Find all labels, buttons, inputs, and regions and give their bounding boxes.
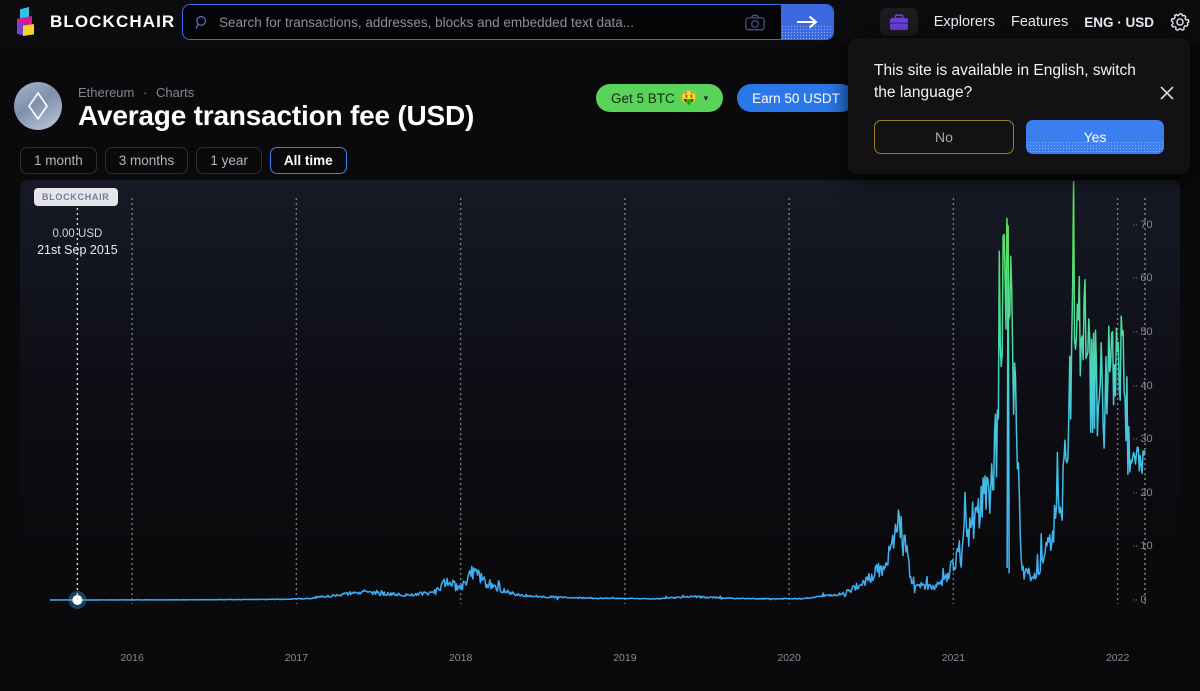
blockchair-logo-icon (14, 7, 40, 37)
y-axis-tick: ·· 10 (1132, 540, 1153, 553)
range-tab-1-month[interactable]: 1 month (20, 147, 97, 174)
breadcrumb-chain[interactable]: Ethereum (78, 85, 134, 100)
get-btc-button[interactable]: Get 5 BTC 🤑 ▾ (596, 84, 724, 112)
search-bar[interactable] (182, 4, 834, 40)
language-popup-message: This site is available in English, switc… (874, 62, 1136, 101)
language-popup-buttons: No Yes (874, 120, 1164, 154)
search-field-wrapper[interactable] (183, 5, 781, 39)
language-yes-button[interactable]: Yes (1026, 120, 1164, 154)
gear-icon[interactable] (1170, 12, 1190, 32)
x-axis-tick: 2021 (941, 652, 966, 664)
y-axis-tick: ·· 30 (1132, 433, 1153, 446)
x-axis-tick: 2017 (284, 652, 309, 664)
y-axis-tick: ·· 0 (1132, 594, 1147, 606)
y-axis-tick: ·· 50 (1132, 326, 1153, 338)
search-input[interactable] (219, 14, 736, 30)
tooltip-value: 0.00 USD (52, 228, 103, 240)
arrow-right-icon (797, 15, 818, 29)
nav-features[interactable]: Features (1011, 14, 1068, 30)
portfolio-button[interactable] (879, 8, 918, 36)
language-switch-popup: This site is available in English, switc… (848, 38, 1190, 174)
chart-tooltip: 0.00 USD 21st Sep 2015 (22, 228, 132, 257)
brand-logo-link[interactable]: BLOCKCHAIR (14, 7, 175, 37)
x-axis-tick: 2020 (777, 652, 801, 664)
range-tab-all-time[interactable]: All time (269, 147, 347, 174)
y-axis-tick: ·· 40 (1132, 379, 1153, 392)
tooltip-date: 21st Sep 2015 (37, 243, 118, 257)
search-submit-button[interactable] (781, 5, 833, 39)
chart-watermark: BLOCKCHAIR (34, 188, 118, 206)
get-btc-label: Get 5 BTC (611, 90, 675, 106)
ethereum-icon (14, 82, 62, 130)
x-axis-tick: 2018 (448, 652, 473, 664)
x-axis-tick: 2022 (1105, 652, 1130, 664)
x-axis-tick: 2019 (613, 652, 637, 664)
brand-name: BLOCKCHAIR (50, 12, 176, 31)
chevron-down-icon: ▾ (703, 92, 709, 103)
breadcrumb-separator: · (143, 85, 148, 100)
earn-usdt-button[interactable]: Earn 50 USDT (737, 84, 855, 112)
language-no-button[interactable]: No (874, 120, 1014, 154)
money-face-emoji-icon: 🤑 (680, 90, 698, 105)
locale-selector[interactable]: ENG · USD (1084, 15, 1154, 30)
average-transaction-fee-chart[interactable] (20, 180, 1180, 674)
y-axis-tick: ·· 60 (1132, 272, 1153, 285)
ethereum-diamond-glyph (28, 91, 48, 121)
breadcrumb-section[interactable]: Charts (156, 85, 194, 100)
y-axis-tick: ·· 20 (1132, 486, 1153, 499)
breadcrumb: Ethereum · Charts (78, 85, 194, 100)
nav-explorers[interactable]: Explorers (934, 14, 995, 30)
x-axis-tick: 2016 (120, 652, 144, 664)
range-tab-1-year[interactable]: 1 year (196, 147, 262, 174)
promo-buttons: Get 5 BTC 🤑 ▾ Earn 50 USDT (596, 84, 855, 112)
search-icon (195, 15, 207, 29)
close-icon[interactable] (1160, 86, 1174, 100)
y-axis-tick: ·· 70 (1132, 218, 1153, 231)
briefcase-icon (889, 13, 908, 30)
chart-container[interactable]: BLOCKCHAIR 0.00 USD 21st Sep 2015 (20, 180, 1180, 674)
range-tab-3-months[interactable]: 3 months (104, 147, 189, 174)
page-title: Average transaction fee (USD) (78, 100, 475, 131)
camera-icon[interactable] (745, 14, 765, 31)
time-range-tabs: 1 month 3 months 1 year All time (20, 147, 347, 174)
